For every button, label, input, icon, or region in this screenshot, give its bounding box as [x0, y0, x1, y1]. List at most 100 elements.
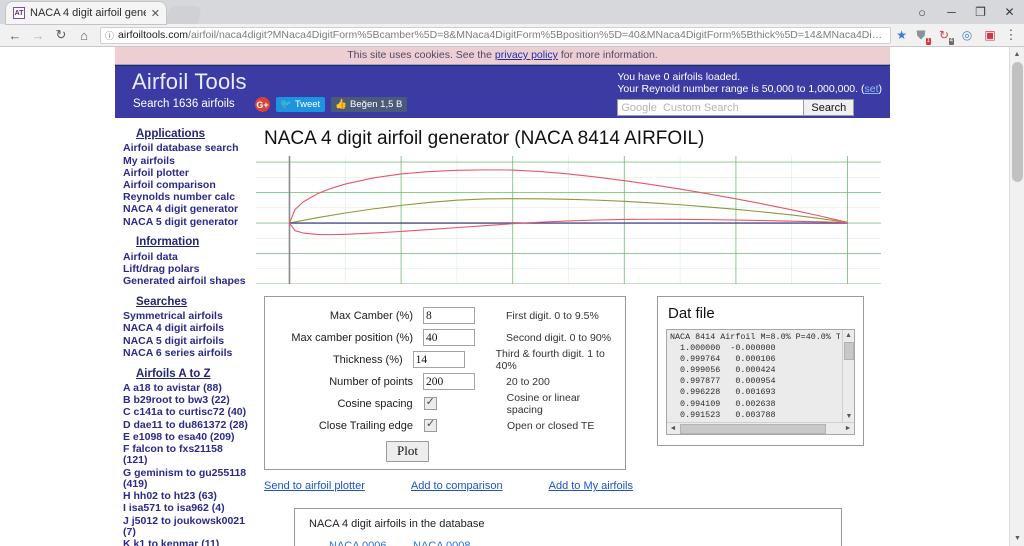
sidebar-item-reynolds-number-calc[interactable]: Reynolds number calc — [123, 191, 248, 204]
clock-extension-icon[interactable]: ↻ 4 — [935, 26, 954, 45]
sidebar-item-airfoil-data[interactable]: Airfoil data — [123, 251, 248, 263]
sidebar-item-symmetrical-airfoils[interactable]: Symmetrical airfoils — [123, 310, 248, 323]
dat-vertical-scrollbar[interactable]: ▲ ▼ — [842, 330, 854, 422]
dat-horizontal-scrollbar[interactable]: ◄ ► — [667, 422, 854, 434]
naca-0006-link[interactable]: NACA 0006 — [329, 539, 413, 546]
sidebar-item-az-f[interactable]: F falcon to fxs21158 (121) — [123, 443, 248, 468]
input-number-of-points[interactable] — [423, 373, 475, 390]
sidebar-item-az-b[interactable]: B b29root to bw3 (22) — [123, 394, 248, 407]
page-scroll-down-icon[interactable]: ▼ — [1010, 531, 1024, 546]
browser-tab[interactable]: AT NACA 4 digit airfoil gene ✕ — [6, 2, 166, 24]
page-scrollbar-thumb[interactable] — [1012, 62, 1023, 182]
form-row-number-of-points: Number of points 20 to 200 — [271, 371, 619, 392]
dat-scroll-down-icon[interactable]: ▼ — [843, 411, 854, 422]
sidebar-item-az-i[interactable]: I isa571 to isa962 (4) — [123, 503, 248, 515]
dat-scroll-right-icon[interactable]: ► — [842, 425, 854, 432]
profile-avatar-icon[interactable]: ○ — [907, 0, 937, 24]
dat-file-textarea[interactable]: NACA 8414 Airfoil M=8.0% P=40.0% T=1 1.0… — [666, 329, 855, 435]
sidebar-item-naca-5-digit-generator[interactable]: NACA 5 digit generator — [123, 216, 248, 228]
minimize-window-button[interactable]: ─ — [937, 0, 966, 24]
airfoil-plot — [256, 156, 881, 284]
input-max-camber[interactable] — [423, 307, 475, 324]
back-arrow-icon[interactable]: ← — [4, 25, 26, 46]
shield-glyph: ⛊ — [916, 27, 926, 42]
page-info-icon[interactable]: ⓘ — [105, 29, 114, 42]
checkbox-close-trailing-edge[interactable] — [424, 417, 437, 432]
sidebar-item-az-k[interactable]: K k1 to kenmar (11) — [123, 538, 248, 546]
label-max-camber-position: Max camber position (%) — [291, 331, 413, 344]
reynolds-text-after: ) — [878, 83, 883, 95]
sidebar-item-az-j[interactable]: J j5012 to joukowsk0021 (7) — [123, 515, 248, 539]
sidebar-heading-airfoils-a-to-z: Airfoils A to Z — [136, 367, 211, 380]
hint-close-trailing-edge: Open or closed TE — [507, 419, 595, 432]
sidebar-item-lift-drag-polars[interactable]: Lift/drag polars — [123, 263, 248, 276]
sidebar-item-az-g[interactable]: G geminism to gu255118 (419) — [123, 467, 248, 491]
close-window-button[interactable]: ✕ — [995, 0, 1024, 24]
checkbox-cosine-spacing[interactable] — [423, 395, 437, 410]
privacy-policy-link[interactable]: privacy policy — [495, 49, 558, 61]
plot-button[interactable]: Plot — [386, 441, 429, 462]
add-to-my-airfoils-link[interactable]: Add to My airfoils — [549, 480, 633, 492]
page-scrollbar[interactable]: ▲ ▼ — [1009, 47, 1024, 546]
input-thickness[interactable] — [412, 351, 465, 368]
circle-glyph: ◎ — [961, 28, 973, 42]
sidebar-item-my-airfoils[interactable]: My airfoils — [123, 155, 248, 167]
input-max-camber-position[interactable] — [423, 329, 475, 346]
new-tab-button[interactable] — [166, 6, 202, 24]
sidebar-item-az-h[interactable]: H hh02 to ht23 (63) — [123, 490, 248, 503]
bookmark-star-icon[interactable]: ★ — [896, 28, 907, 42]
page-content: This site uses cookies. See the privacy … — [115, 47, 890, 546]
add-to-comparison-link[interactable]: Add to comparison — [411, 480, 503, 492]
site-search-input[interactable] — [617, 99, 805, 116]
facebook-like-button[interactable]: 👍 Beğen 1,5 B — [331, 97, 408, 112]
dat-vscroll-thumb[interactable] — [844, 342, 854, 360]
shield-extension-icon[interactable]: ⛊ 1 — [912, 26, 931, 45]
form-row-close-trailing-edge: Close Trailing edge Open or closed TE — [271, 415, 619, 436]
sidebar-item-az-c[interactable]: C c141a to curtisc72 (40) — [123, 407, 248, 419]
tab-close-icon[interactable]: ✕ — [151, 7, 160, 20]
panels-row: Max Camber (%) First digit. 0 to 9.5% Ma… — [264, 296, 890, 470]
label-thickness: Thickness (%) — [332, 353, 403, 366]
dat-hscroll-thumb[interactable] — [680, 423, 826, 434]
site-brand-subtitle: Search 1636 airfoils — [133, 98, 235, 110]
forward-arrow-icon[interactable]: → — [27, 25, 49, 46]
sidebar-item-az-d[interactable]: D dae11 to du861372 (28) — [123, 419, 248, 431]
home-icon[interactable]: ⌂ — [73, 25, 95, 46]
circle-extension-icon[interactable]: ◎ — [958, 26, 976, 44]
shield-badge: 1 — [925, 38, 931, 45]
set-reynolds-link[interactable]: set — [864, 83, 878, 95]
sidebar-item-airfoil-database-search[interactable]: Airfoil database search — [123, 143, 248, 155]
send-to-airfoil-plotter-link[interactable]: Send to airfoil plotter — [264, 480, 365, 492]
sidebar-heading-information: Information — [136, 236, 200, 249]
naca-0008-link[interactable]: NACA 0008 — [413, 539, 497, 546]
site-search-button[interactable]: Search — [804, 99, 855, 116]
dat-scroll-left-icon[interactable]: ◄ — [667, 425, 679, 432]
address-bar[interactable]: ⓘ airfoiltools.com/airfoil/naca4digit?MN… — [100, 26, 892, 44]
dat-scroll-up-icon[interactable]: ▲ — [843, 330, 854, 341]
dat-hscroll-track[interactable] — [679, 423, 842, 434]
plot-button-row: Plot — [271, 441, 619, 462]
page-scroll-up-icon[interactable]: ▲ — [1010, 47, 1024, 62]
sidebar-item-airfoil-comparison[interactable]: Airfoil comparison — [123, 179, 248, 192]
tweet-button[interactable]: 🐦 Tweet — [276, 97, 326, 112]
browser-menu-icon[interactable]: ⋮ — [1002, 27, 1020, 43]
reload-icon[interactable]: ↻ — [50, 25, 72, 46]
hint-number-of-points: 20 to 200 — [506, 375, 550, 388]
cookie-text-after: for more information. — [557, 49, 658, 61]
sidebar-item-naca-4-digit-airfoils[interactable]: NACA 4 digit airfoils — [123, 323, 248, 335]
sidebar-item-naca-4-digit-generator[interactable]: NACA 4 digit generator — [123, 204, 248, 216]
address-bar-path: /airfoil/naca4digit?MNaca4DigitForm%5Bca… — [188, 28, 883, 41]
label-max-camber: Max Camber (%) — [329, 309, 413, 322]
dat-file-panel: Dat file NACA 8414 Airfoil M=8.0% P=40.0… — [657, 296, 864, 446]
sidebar-item-az-e[interactable]: E e1098 to esa40 (209) — [123, 431, 248, 443]
form-row-max-camber-position: Max camber position (%) Second digit. 0 … — [271, 327, 619, 348]
sidebar-item-naca-5-digit-airfoils[interactable]: NACA 5 digit airfoils — [123, 335, 248, 347]
maximize-window-button[interactable]: ❐ — [966, 0, 995, 24]
sidebar-item-airfoil-plotter[interactable]: Airfoil plotter — [123, 167, 248, 179]
google-plus-icon[interactable]: G+ — [255, 97, 270, 112]
pocket-extension-icon[interactable]: ▣ — [981, 26, 999, 44]
pocket-glyph: ▣ — [984, 28, 996, 42]
sidebar-item-generated-airfoil-shapes[interactable]: Generated airfoil shapes — [123, 275, 248, 288]
sidebar-item-az-a[interactable]: A a18 to avistar (88) — [123, 382, 248, 395]
sidebar-item-naca-6-series-airfoils[interactable]: NACA 6 series airfoils — [123, 347, 248, 359]
